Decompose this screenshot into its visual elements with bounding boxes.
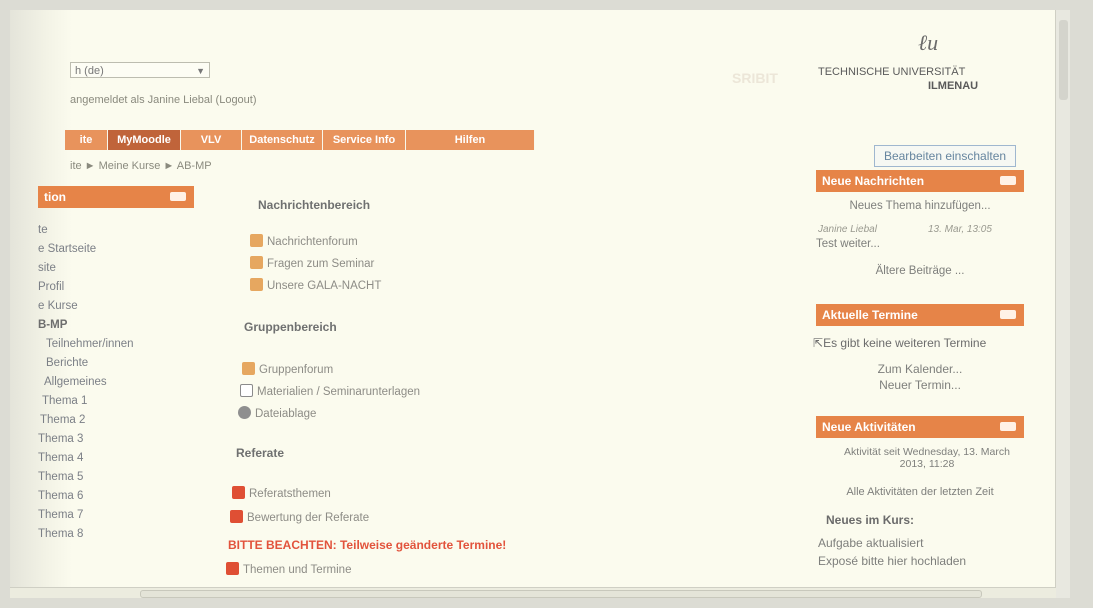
breadcrumb[interactable]: ite ► Meine Kurse ► AB-MP [70,160,212,172]
activity-item[interactable]: Exposé bitte hier hochladen [818,554,966,568]
nav-item[interactable]: Profil [38,281,134,300]
forum-icon [250,256,263,269]
block-toggle-icon[interactable] [1000,422,1016,431]
cursor-icon: ⇱ [813,336,824,350]
folder-icon [240,384,253,397]
nav-item[interactable]: Thema 4 [38,452,134,471]
nav-item[interactable]: Thema 2 [38,414,134,433]
login-info[interactable]: angemeldet als Janine Liebal (Logout) [70,94,257,106]
navigation-list: te e Startseite site Profil e Kurse B-MP… [38,224,134,547]
horizontal-scrollbar[interactable] [10,587,1056,598]
logo-line1: TECHNISCHE UNIVERSITÄT [818,66,966,78]
folder-link[interactable]: Materialien / Seminarunterlagen [240,384,420,398]
post-author: Janine Liebal [818,224,877,235]
older-posts-link[interactable]: Ältere Beiträge ... [816,265,1024,277]
nav-item[interactable]: Berichte [38,357,134,376]
activity-block-title: Neue Aktivitäten [822,420,916,434]
nav-item[interactable]: te [38,224,134,243]
no-events-text: ⇱Es gibt keine weiteren Termine [813,336,987,350]
nav-item[interactable]: Thema 5 [38,471,134,490]
block-toggle-icon[interactable] [1000,310,1016,319]
navigation-title: tion [44,190,66,204]
forum-link[interactable]: Unsere GALA-NACHT [250,278,381,292]
language-value: h (de) [75,65,104,77]
events-block-header: Aktuelle Termine [816,304,1024,326]
tab-hilfen[interactable]: Hilfen [406,130,535,150]
tab-home[interactable]: ite [65,130,108,150]
pdf-icon [226,562,239,575]
nav-item[interactable]: Thema 1 [38,395,134,414]
add-topic-link[interactable]: Neues Thema hinzufügen... [816,200,1024,212]
scroll-thumb[interactable] [1059,20,1068,100]
news-block-title: Neue Nachrichten [822,174,925,188]
forum-icon [250,234,263,247]
file-link[interactable]: Dateiablage [238,406,316,420]
section-title: Referate [236,446,285,460]
forum-link[interactable]: Fragen zum Seminar [250,256,374,270]
new-event-link[interactable]: Neuer Termin... [816,378,1024,392]
forum-link[interactable]: Nachrichtenforum [250,234,358,248]
nav-item[interactable]: Thema 3 [38,433,134,452]
section-title: Nachrichtenbereich [258,198,371,212]
block-toggle-icon[interactable] [1000,176,1016,185]
nav-item[interactable]: e Startseite [38,243,134,262]
nav-item[interactable]: Thema 6 [38,490,134,509]
navigation-block-header: tion [38,186,194,208]
browser-viewport: SRIBIT h (de) ▼ angemeldet als Janine Li… [10,10,1070,598]
scroll-thumb[interactable] [140,590,982,598]
block-toggle-icon[interactable] [170,192,186,201]
post-date: 13. Mar, 13:05 [928,224,992,235]
tab-vlv[interactable]: VLV [181,130,242,150]
nav-item[interactable]: Thema 7 [38,509,134,528]
notice-text: BITTE BEACHTEN: Teilweise geänderte Term… [228,538,507,552]
nav-item[interactable]: site [38,262,134,281]
language-select[interactable]: h (de) ▼ [70,62,210,78]
vertical-scrollbar[interactable] [1055,10,1070,598]
nav-item[interactable]: Teilnehmer/innen [38,338,134,357]
pdf-icon [232,486,245,499]
ghost-text: SRIBIT [732,70,778,86]
section-title: Gruppenbereich [244,320,337,334]
all-activities-link[interactable]: Alle Aktivitäten der letzten Zeit [816,486,1024,498]
pdf-link[interactable]: Referatsthemen [232,486,331,500]
events-block-title: Aktuelle Termine [822,308,918,322]
nav-item[interactable]: Allgemeines [38,376,134,395]
pdf-link[interactable]: Themen und Termine [226,562,351,576]
nav-item-current-course[interactable]: B-MP [38,319,134,338]
activity-block-header: Neue Aktivitäten [816,416,1024,438]
logo-mark-icon: ℓu [918,30,939,55]
activity-item[interactable]: Aufgabe aktualisiert [818,536,923,550]
calendar-link[interactable]: Zum Kalender... [816,362,1024,376]
nav-item[interactable]: e Kurse [38,300,134,319]
chevron-down-icon: ▼ [196,66,205,76]
course-news-title: Neues im Kurs: [826,513,915,527]
tab-service-info[interactable]: Service Info [323,130,406,150]
nav-item[interactable]: Thema 8 [38,528,134,547]
forum-icon [250,278,263,291]
post-title[interactable]: Test weiter... [816,238,880,250]
edit-mode-button[interactable]: Bearbeiten einschalten [874,145,1016,167]
tab-mymoodle[interactable]: MyMoodle [108,130,181,150]
news-block-header: Neue Nachrichten [816,170,1024,192]
pdf-icon [230,510,243,523]
tab-datenschutz[interactable]: Datenschutz [242,130,323,150]
forum-link[interactable]: Gruppenforum [242,362,333,376]
logo-line2: ILMENAU [928,80,979,92]
main-tabs: ite MyMoodle VLV Datenschutz Service Inf… [65,130,535,150]
file-icon [238,406,251,419]
activity-since: Aktivität seit Wednesday, 13. March 2013… [844,446,1010,470]
pdf-link[interactable]: Bewertung der Referate [230,510,369,524]
forum-icon [242,362,255,375]
